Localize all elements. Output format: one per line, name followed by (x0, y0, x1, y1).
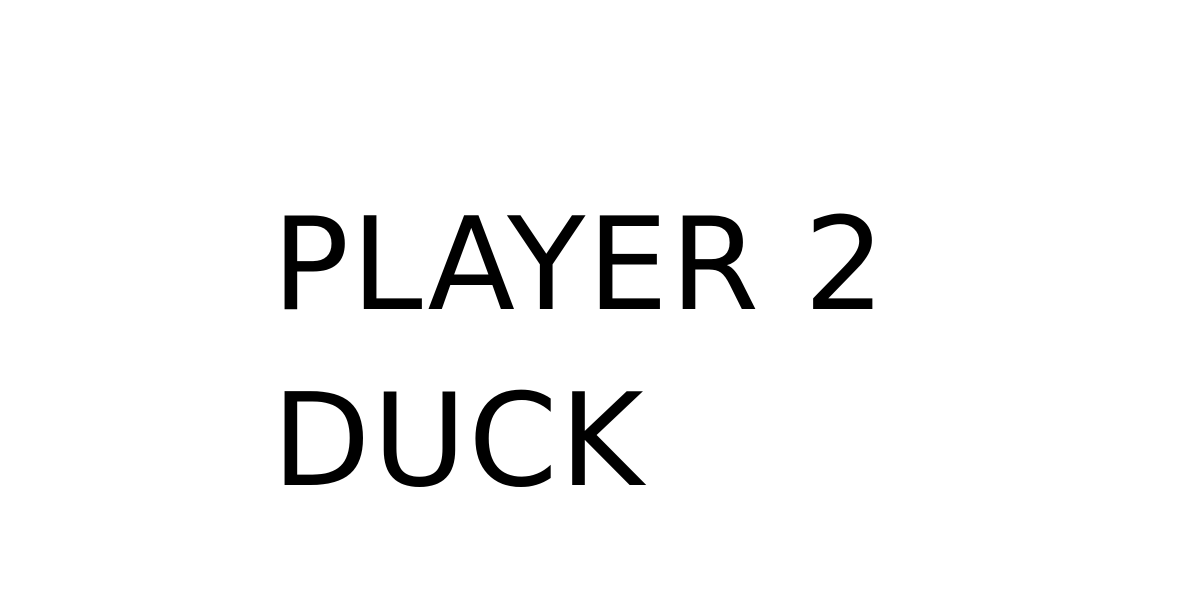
player-action: DUCK (272, 367, 646, 516)
game-screen: PLAYER 2 DUCK (0, 0, 1180, 600)
player-status-text: PLAYER 2 DUCK (272, 178, 887, 530)
player-label: PLAYER 2 (272, 191, 888, 340)
